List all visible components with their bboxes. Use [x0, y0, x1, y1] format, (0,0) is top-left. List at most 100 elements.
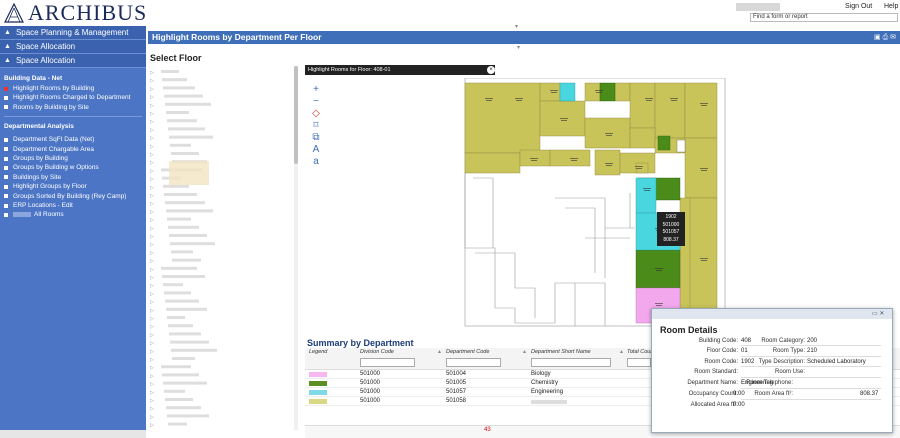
column-header-department-short-name[interactable]: Department Short Name — [531, 349, 591, 355]
page-number[interactable]: 43 — [484, 427, 491, 433]
floor-plan-drawing[interactable] — [455, 78, 755, 332]
svg-text:▷: ▷ — [150, 414, 154, 420]
zoom-in-icon[interactable]: + — [310, 84, 322, 95]
svg-text:▷: ▷ — [150, 365, 154, 371]
nav-item[interactable]: Highlight Groups by Floor — [0, 182, 146, 191]
divider — [741, 366, 881, 367]
bullet-icon — [4, 105, 8, 110]
room-details-controls: ▭ ✕ — [872, 310, 884, 317]
reset-view-icon[interactable]: ◇ — [310, 108, 322, 119]
column-header-division-code[interactable]: Division Code — [360, 349, 394, 355]
archibus-logo[interactable]: ARCHIBUS — [4, 0, 147, 25]
field-label: Room Category: — [761, 338, 805, 344]
svg-text:▷: ▷ — [150, 406, 154, 412]
svg-text:▷: ▷ — [150, 357, 154, 363]
division-code-filter[interactable] — [360, 358, 415, 367]
svg-text:▷: ▷ — [150, 341, 154, 347]
svg-text:▷: ▷ — [150, 308, 154, 314]
minimize-icon[interactable]: ▭ — [872, 311, 878, 317]
field-label: Room Code: — [704, 359, 738, 365]
svg-text:▷: ▷ — [150, 242, 154, 248]
bullet-icon — [4, 212, 8, 217]
floor-list-blurred: ▷ ▷ ▷ ▷ ▷ ▷ ▷ ▷ ▷ ▷ ▷ ▷ ▷ ▷ ▷ ▷ ▷ ▷ ▷ ▷ ▷ ▷ ▷ ▷ ▷ ▷ ▷ ▷ ▷ ▷ ▷ ▷ ▷ ▷ ▷ ▷ ▷ ▷ ▷ ▷… — [150, 70, 217, 429]
svg-text:▷: ▷ — [150, 349, 154, 355]
field-label: Room Area ft²: — [754, 391, 793, 397]
room-details-title: Room Details — [660, 325, 718, 335]
nav-item[interactable]: All Rooms — [0, 210, 146, 219]
nav-item[interactable]: Highlight Rooms by Building — [0, 84, 146, 93]
field-value: Scheduled Laboratory — [807, 359, 866, 365]
nav-section-title: Departmental Analysis — [4, 123, 74, 131]
close-icon[interactable]: ✕ — [879, 311, 884, 317]
field-label: Type Description: — [758, 359, 805, 365]
nav-group-space-allocation-2[interactable]: ▲ Space Allocation — [0, 54, 146, 68]
drawing-title: Highlight Rooms for Floor: 408-01 — [305, 65, 495, 75]
floor-tree-list[interactable]: ▷ ▷ ▷ ▷ ▷ ▷ ▷ ▷ ▷ ▷ ▷ ▷ ▷ ▷ ▷ ▷ ▷ ▷ ▷ ▷ ▷ ▷ ▷ ▷ ▷ ▷ ▷ ▷ ▷ ▷ ▷ ▷ ▷ ▷ ▷ ▷ ▷ ▷ ▷ ▷… — [147, 66, 297, 430]
nav-item[interactable]: Buildings by Site — [0, 173, 146, 182]
zoom-window-icon[interactable]: ⌑ — [310, 120, 322, 131]
bullet-icon — [4, 166, 8, 171]
select-floor-title: Select Floor — [150, 53, 202, 63]
increase-label-size-icon[interactable]: A — [310, 144, 322, 155]
sign-out-link[interactable]: Sign Out — [845, 3, 872, 10]
expand-triangle-icon: ▲ — [4, 29, 11, 36]
column-header-department-code[interactable]: Department Code — [446, 349, 489, 355]
bullet-icon — [4, 175, 8, 180]
scrollbar-thumb[interactable] — [294, 66, 298, 164]
svg-text:▷: ▷ — [150, 201, 154, 207]
bullet-icon — [4, 96, 8, 101]
svg-text:▷: ▷ — [150, 250, 154, 256]
legend-swatch — [309, 381, 327, 386]
nav-item[interactable]: Rooms by Building by Site — [0, 103, 146, 112]
bullet-icon — [4, 194, 8, 199]
legend-swatch — [309, 399, 327, 404]
copy-icon[interactable]: ⧉ — [310, 132, 322, 143]
svg-text:▷: ▷ — [150, 119, 154, 125]
total-count-filter[interactable] — [627, 358, 651, 367]
nav-item[interactable]: Groups by Building w Options — [0, 163, 146, 172]
nav-item[interactable]: Groups by Building — [0, 154, 146, 163]
drawing-toolbar: + − ◇ ⌑ ⧉ A a — [310, 84, 322, 167]
divider — [741, 345, 881, 346]
divider — [741, 399, 881, 400]
nav-item[interactable]: ERP Locations - Edit — [0, 201, 146, 210]
print-icon[interactable]: ⎙ — [883, 34, 889, 41]
nav-group-space-allocation[interactable]: ▲ Space Allocation — [0, 40, 146, 54]
field-label: Building Code: — [698, 338, 738, 344]
department-name-filter[interactable] — [531, 358, 611, 367]
sort-arrow-icon[interactable]: ▲ — [437, 349, 442, 355]
nav-group-space-planning[interactable]: ▲ Space Planning & Management — [0, 26, 146, 40]
svg-text:▷: ▷ — [150, 275, 154, 281]
column-header-total-count[interactable]: Total Coun — [627, 349, 653, 355]
maximize-icon[interactable]: ▣ — [874, 34, 881, 41]
sort-arrow-icon[interactable]: ▲ — [522, 349, 527, 355]
zoom-out-icon[interactable]: − — [310, 96, 322, 107]
svg-text:▷: ▷ — [150, 168, 154, 174]
find-form-input[interactable]: Find a form or report — [750, 13, 898, 22]
field-label: Allocated Area ft²: — [690, 402, 738, 408]
field-label: Room Use: — [774, 369, 805, 375]
field-value: 0.00 — [733, 402, 745, 408]
field-value: 0.00 — [733, 391, 745, 397]
nav-item[interactable]: Highlight Rooms Charged to Department — [0, 93, 146, 102]
department-code-filter[interactable] — [446, 358, 501, 367]
decrease-label-size-icon[interactable]: a — [310, 156, 322, 167]
nav-item[interactable]: Department Chargable Area — [0, 145, 146, 154]
nav-item[interactable]: Department SqFt Data (Net) — [0, 135, 146, 144]
close-drawing-icon[interactable]: × — [487, 66, 495, 74]
room-details-titlebar[interactable] — [652, 309, 892, 319]
column-header-legend[interactable]: Legend — [309, 349, 327, 355]
svg-text:▷: ▷ — [150, 86, 154, 92]
collapse-grip-icon[interactable]: ▾ — [517, 44, 520, 51]
nav-item[interactable]: Groups Sorted By Building (Rey Camp) — [0, 192, 146, 201]
selected-room-label[interactable]: 1902 501000 501057 808.37 — [657, 212, 685, 246]
svg-text:▷: ▷ — [150, 136, 154, 142]
sort-arrow-icon[interactable]: ▲ — [619, 349, 624, 355]
collapse-grip-icon[interactable]: ▾ — [515, 23, 518, 30]
field-value: 200 — [807, 338, 818, 344]
help-link[interactable]: Help — [884, 3, 898, 10]
svg-text:▷: ▷ — [150, 111, 154, 117]
email-icon[interactable]: ✉ — [890, 34, 896, 41]
bullet-icon — [4, 156, 8, 161]
svg-text:▷: ▷ — [150, 218, 154, 224]
